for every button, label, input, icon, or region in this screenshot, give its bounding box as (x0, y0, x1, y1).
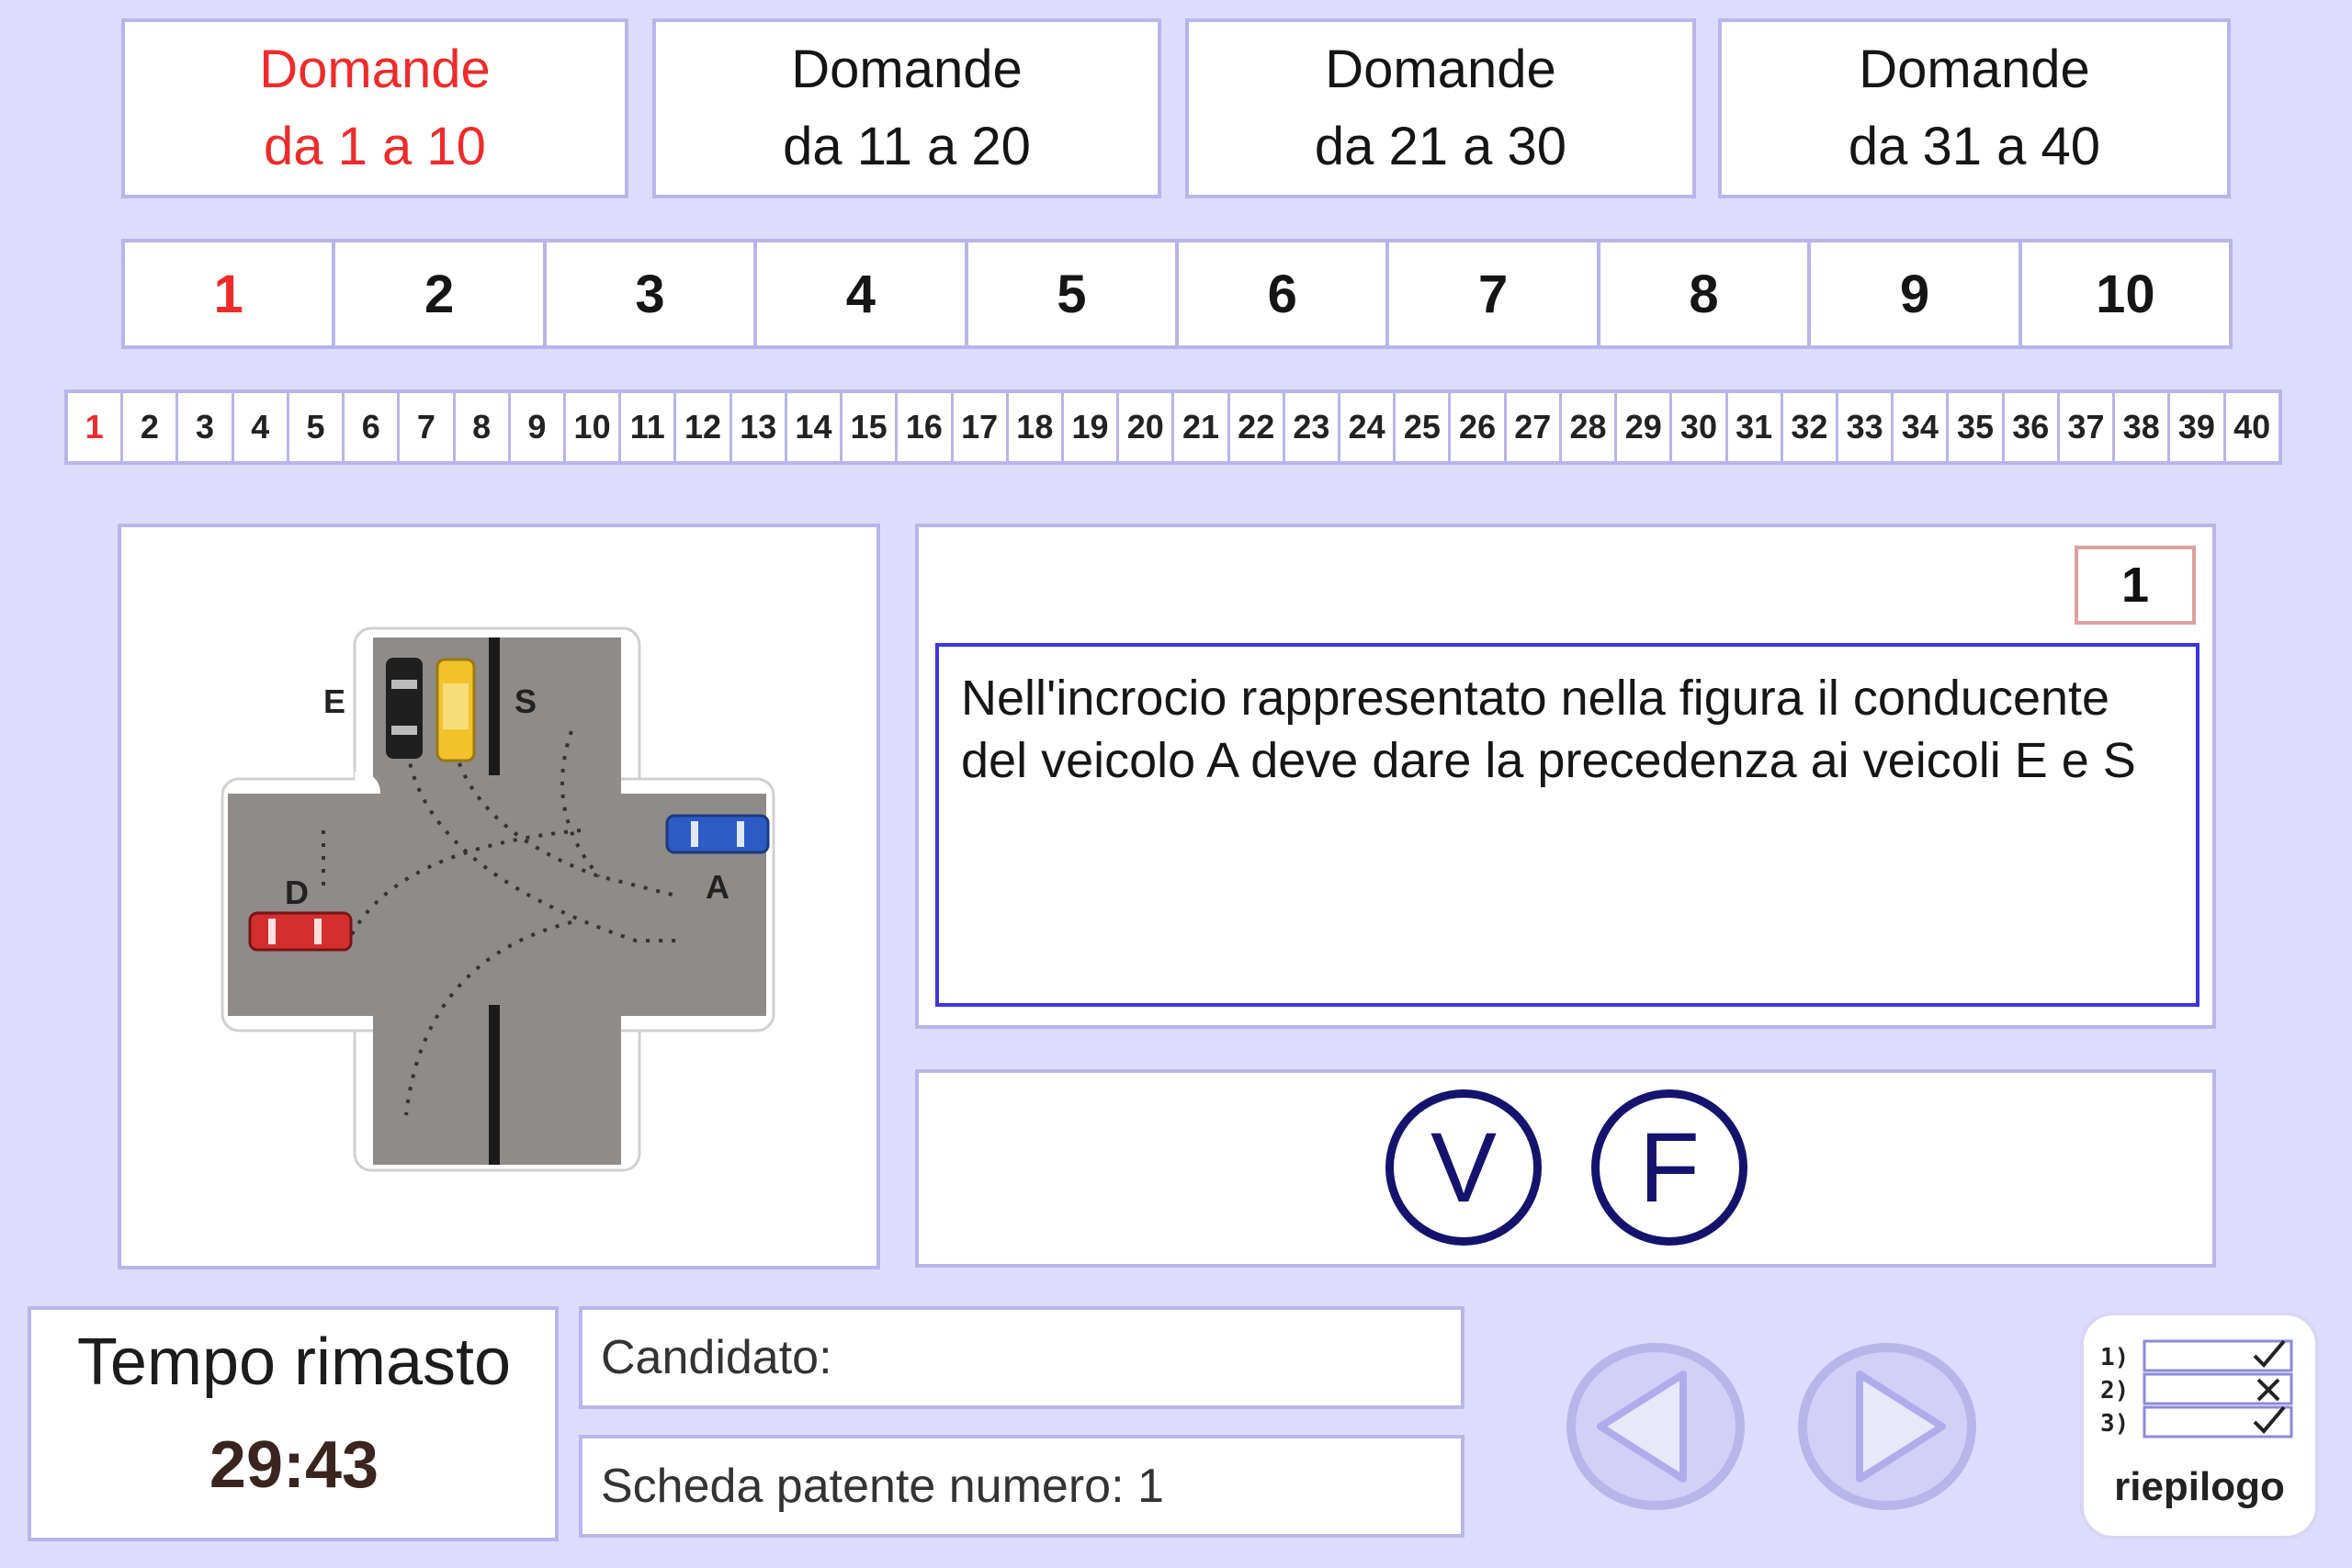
mini-question-11[interactable]: 11 (621, 393, 674, 461)
tab-line1: Domande (1859, 39, 2090, 99)
mini-question-33[interactable]: 33 (1838, 393, 1892, 461)
mini-question-7[interactable]: 7 (400, 393, 453, 461)
mini-question-3[interactable]: 3 (178, 393, 232, 461)
mini-question-23[interactable]: 23 (1284, 393, 1339, 461)
mini-question-34[interactable]: 34 (1894, 393, 1947, 461)
mini-question-20[interactable]: 20 (1119, 393, 1172, 461)
label-e: E (323, 682, 345, 720)
tab-questions-11-20[interactable]: Domande da 11 a 20 (652, 18, 1161, 198)
mini-question-27[interactable]: 27 (1506, 393, 1559, 461)
question-tab-2[interactable]: 2 (335, 243, 543, 345)
mini-question-19[interactable]: 19 (1063, 393, 1117, 461)
true-button[interactable]: V (1385, 1089, 1542, 1246)
mini-question-12[interactable]: 12 (676, 393, 729, 461)
mini-question-5[interactable]: 5 (288, 393, 343, 461)
timer-label: Tempo rimasto (76, 1325, 512, 1399)
question-tab-1[interactable]: 1 (125, 243, 333, 345)
summary-row-3: 3) (2100, 1410, 2129, 1438)
previous-button[interactable] (1564, 1341, 1747, 1512)
mini-question-30[interactable]: 30 (1672, 393, 1725, 461)
label-d: D (285, 874, 309, 911)
tab-line1: Domande (1325, 39, 1556, 99)
tab-line2: da 1 a 10 (264, 117, 486, 176)
check-mark-icon (2253, 1405, 2286, 1434)
summary-button[interactable]: 1) 2) 3) riepilogo (2080, 1312, 2319, 1540)
next-button[interactable] (1795, 1341, 1979, 1512)
all-questions-strip: 1 2 3 4 5 6 7 8 9 10 11 12 13 14 15 16 17 18 19 20 21 22 23 24 2… (64, 389, 2282, 465)
mini-question-38[interactable]: 38 (2115, 393, 2168, 461)
mini-question-18[interactable]: 18 (1008, 393, 1061, 461)
candidate-field: Candidato: (579, 1306, 1464, 1409)
sheet-number-field: Scheda patente numero: 1 (579, 1435, 1464, 1538)
tab-questions-31-40[interactable]: Domande da 31 a 40 (1718, 18, 2231, 198)
mini-question-15[interactable]: 15 (842, 393, 896, 461)
label-s: S (514, 682, 537, 720)
mini-question-32[interactable]: 32 (1782, 393, 1836, 461)
mini-question-26[interactable]: 26 (1451, 393, 1504, 461)
question-text: Nell'incrocio rappresentato nella figura… (935, 643, 2199, 1007)
candidate-label: Candidato: (601, 1331, 832, 1384)
mini-question-37[interactable]: 37 (2059, 393, 2113, 461)
mini-question-40[interactable]: 40 (2225, 393, 2278, 461)
mini-question-31[interactable]: 31 (1727, 393, 1781, 461)
question-tab-6[interactable]: 6 (1179, 243, 1386, 345)
mini-question-2[interactable]: 2 (123, 393, 176, 461)
timer-value: 29:43 (209, 1428, 379, 1502)
mini-question-10[interactable]: 10 (565, 393, 619, 461)
mini-question-13[interactable]: 13 (731, 393, 785, 461)
cross-mark-icon (2256, 1378, 2280, 1402)
question-tab-7[interactable]: 7 (1389, 243, 1597, 345)
mini-question-4[interactable]: 4 (233, 393, 287, 461)
summary-row-1: 1) (2100, 1344, 2129, 1371)
mini-question-1[interactable]: 1 (68, 393, 121, 461)
intersection-figure: E S D A (220, 626, 775, 1172)
mini-question-6[interactable]: 6 (345, 393, 398, 461)
mini-question-21[interactable]: 21 (1174, 393, 1227, 461)
tab-line1: Domande (259, 39, 491, 99)
sheet-label: Scheda patente numero: 1 (601, 1460, 1164, 1513)
tab-line2: da 21 a 30 (1314, 117, 1567, 176)
question-number-strip: 1 2 3 4 5 6 7 8 9 10 (121, 239, 2233, 349)
mini-question-9[interactable]: 9 (510, 393, 563, 461)
tab-line2: da 11 a 20 (783, 117, 1031, 176)
summary-label: riepilogo (2114, 1464, 2285, 1509)
tab-line2: da 31 a 40 (1848, 117, 2101, 176)
mini-question-22[interactable]: 22 (1229, 393, 1283, 461)
summary-row-2: 2) (2100, 1377, 2129, 1404)
mini-question-16[interactable]: 16 (898, 393, 951, 461)
question-tab-3[interactable]: 3 (546, 243, 754, 345)
question-tab-4[interactable]: 4 (757, 243, 965, 345)
tab-questions-1-10[interactable]: Domande da 1 a 10 (121, 18, 628, 198)
mini-question-35[interactable]: 35 (1949, 393, 2002, 461)
question-tab-8[interactable]: 8 (1600, 243, 1808, 345)
checklist-icon: 1) 2) 3) (2100, 1339, 2293, 1438)
false-button[interactable]: F (1591, 1089, 1747, 1246)
tab-questions-21-30[interactable]: Domande da 21 a 30 (1185, 18, 1696, 198)
label-a: A (706, 868, 729, 906)
figure-panel: E S D A (118, 524, 880, 1269)
mini-question-25[interactable]: 25 (1396, 393, 1449, 461)
mini-question-8[interactable]: 8 (455, 393, 508, 461)
mini-question-14[interactable]: 14 (786, 393, 841, 461)
mini-question-29[interactable]: 29 (1617, 393, 1670, 461)
check-mark-icon (2253, 1339, 2286, 1368)
question-tab-5[interactable]: 5 (967, 243, 1176, 345)
mini-question-17[interactable]: 17 (953, 393, 1006, 461)
question-tab-10[interactable]: 10 (2021, 243, 2230, 345)
mini-question-36[interactable]: 36 (2004, 393, 2057, 461)
tab-line1: Domande (791, 39, 1023, 99)
question-number-badge: 1 (2075, 546, 2196, 625)
mini-question-39[interactable]: 39 (2170, 393, 2223, 461)
question-tab-9[interactable]: 9 (1811, 243, 2018, 345)
answer-panel (915, 1069, 2216, 1268)
mini-question-24[interactable]: 24 (1340, 393, 1394, 461)
mini-question-28[interactable]: 28 (1561, 393, 1615, 461)
